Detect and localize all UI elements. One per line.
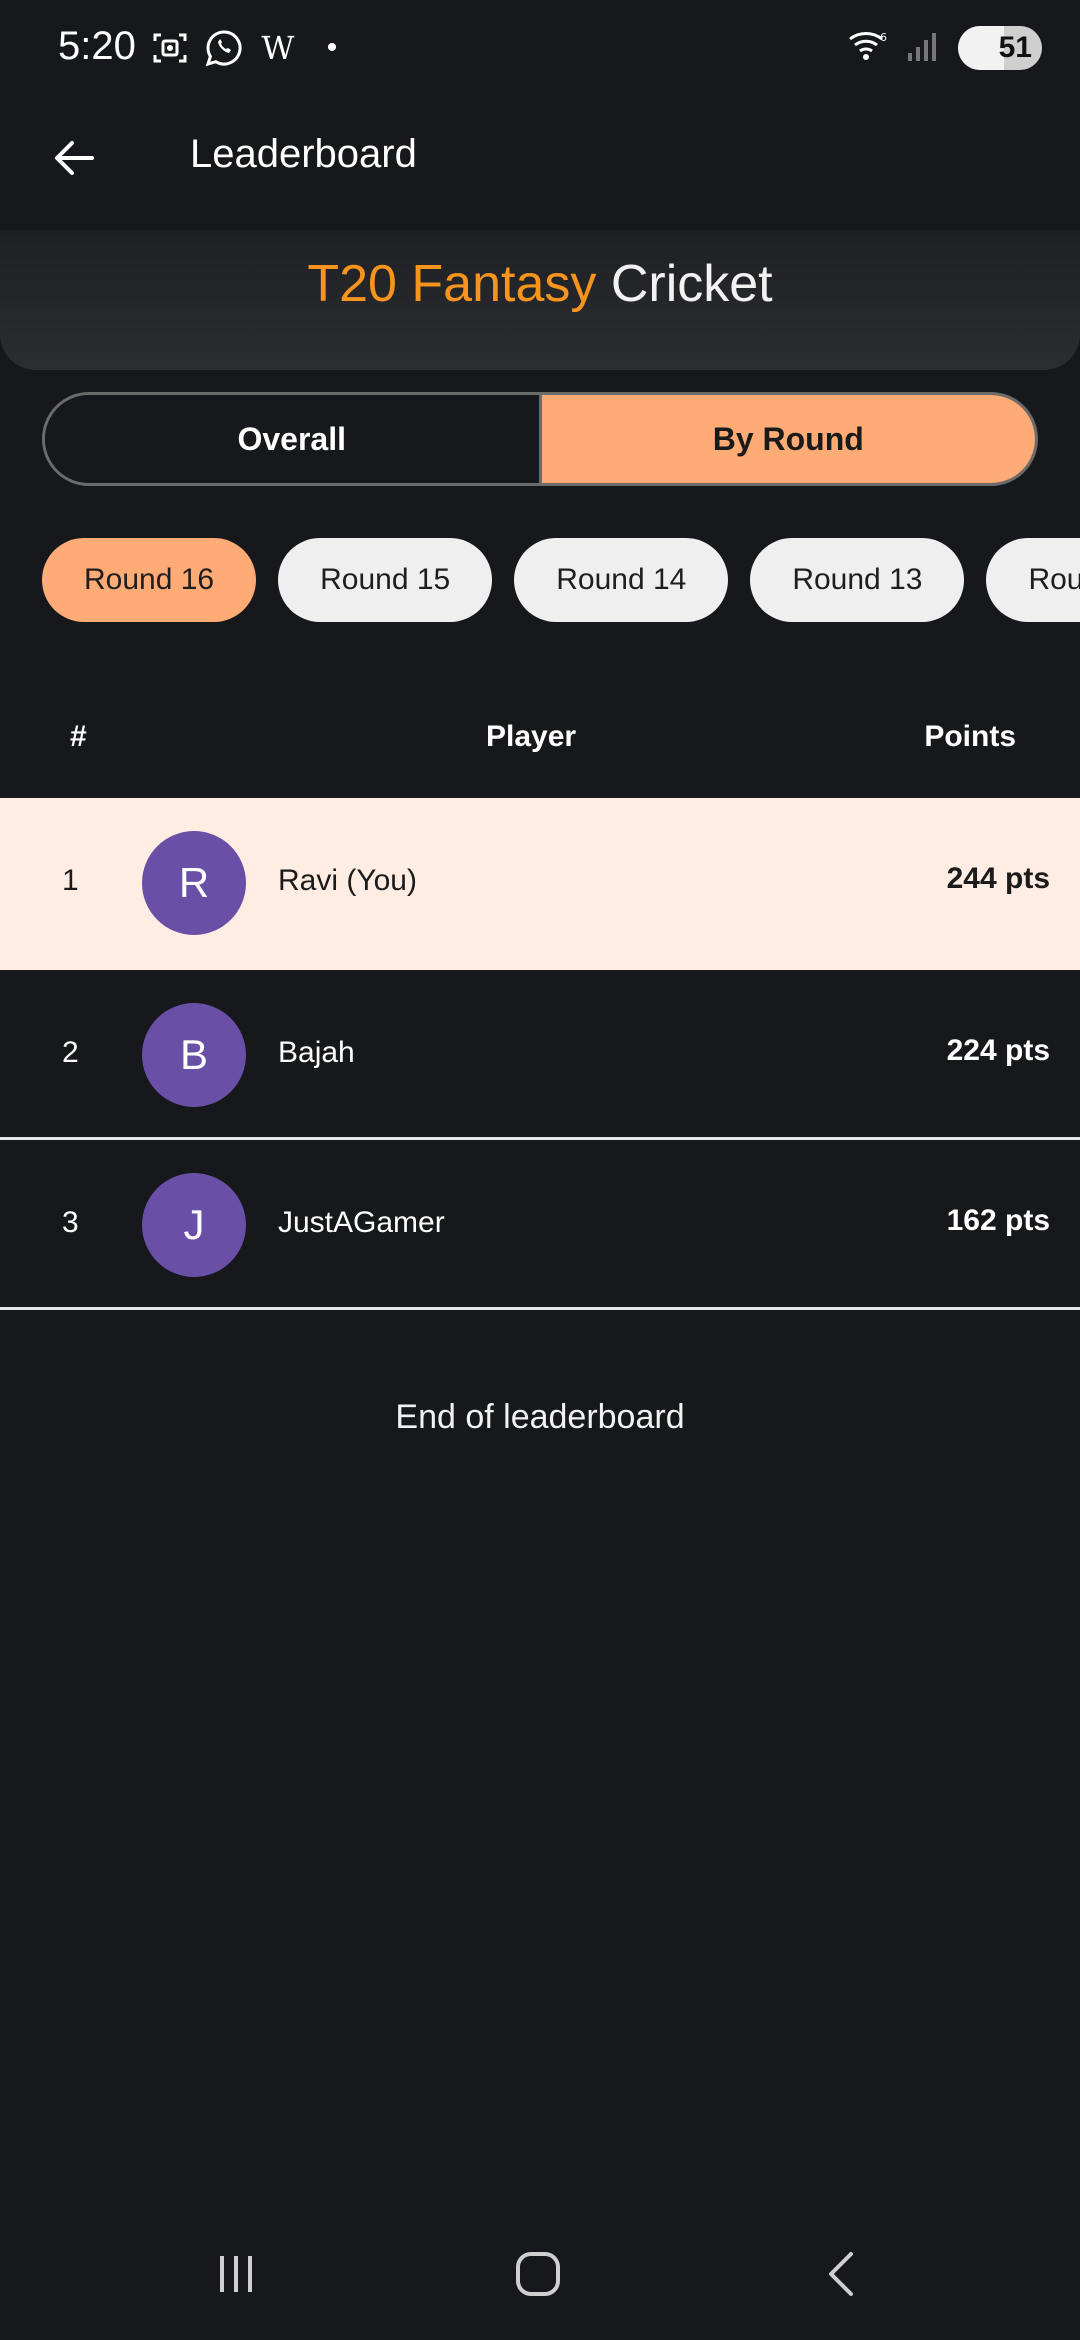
dot-glyph: • xyxy=(326,31,338,64)
status-notification-icons: W • xyxy=(150,28,352,68)
table-header: # Player Points xyxy=(0,700,1080,776)
screenshot-icon xyxy=(150,28,190,68)
back-button[interactable] xyxy=(42,126,106,190)
home-icon xyxy=(516,2252,560,2296)
round-selector[interactable]: Round 16 Round 15 Round 14 Round 13 Roun… xyxy=(42,538,1080,624)
player-points: 244 pts xyxy=(946,862,1050,895)
recent-apps-button[interactable] xyxy=(186,2234,286,2314)
tab-overall[interactable]: Overall xyxy=(45,395,539,483)
avatar: J xyxy=(142,1173,246,1277)
app-bar: Leaderboard xyxy=(0,100,1080,230)
page-title: Leaderboard xyxy=(190,132,417,176)
avatar: B xyxy=(142,1003,246,1107)
battery-level: 51 xyxy=(998,31,1032,64)
round-chip-12[interactable]: Round 12 xyxy=(986,538,1080,622)
contest-title-plain: Cricket xyxy=(610,255,773,313)
player-points: 162 pts xyxy=(946,1204,1050,1237)
status-bar: 5:20 W • 6 51 xyxy=(0,0,1080,100)
table-row[interactable]: 2 B Bajah 224 pts xyxy=(0,970,1080,1140)
row-rank: 1 xyxy=(62,864,79,897)
row-rank: 2 xyxy=(62,1036,79,1069)
back-icon xyxy=(829,2252,853,2296)
column-header-rank: # xyxy=(70,720,87,753)
home-button[interactable] xyxy=(488,2234,588,2314)
contest-banner: T20 Fantasy Cricket xyxy=(0,230,1080,370)
player-name: Bajah xyxy=(278,1036,355,1069)
tab-by-round[interactable]: By Round xyxy=(538,395,1035,483)
round-chip-14[interactable]: Round 14 xyxy=(514,538,729,622)
leaderboard-screen: 5:20 W • 6 51 Leaderboard T20 Fantasy Cr… xyxy=(0,0,1080,2340)
dot-icon: • xyxy=(312,28,352,68)
status-system-icons: 6 51 xyxy=(848,26,1042,70)
player-points: 224 pts xyxy=(946,1034,1050,1067)
player-name: JustAGamer xyxy=(278,1206,445,1239)
table-row[interactable]: 1 R Ravi (You) 244 pts xyxy=(0,798,1080,970)
signal-icon xyxy=(906,29,940,68)
avatar: R xyxy=(142,831,246,935)
nav-back-button[interactable] xyxy=(792,2234,892,2314)
svg-text:6: 6 xyxy=(880,31,887,44)
w-app-glyph: W xyxy=(261,29,295,67)
row-rank: 3 xyxy=(62,1206,79,1239)
column-header-player: Player xyxy=(486,720,577,753)
arrow-left-icon xyxy=(55,141,94,175)
recent-apps-icon xyxy=(220,2256,252,2292)
player-name: Ravi (You) xyxy=(278,864,417,897)
leaderboard-mode-toggle: Overall By Round xyxy=(42,392,1038,486)
battery-icon: 51 xyxy=(958,26,1042,70)
contest-title: T20 Fantasy Cricket xyxy=(0,254,1080,314)
status-time: 5:20 xyxy=(58,24,136,68)
round-chip-16[interactable]: Round 16 xyxy=(42,538,257,622)
system-nav-bar xyxy=(0,2210,1080,2340)
table-row[interactable]: 3 J JustAGamer 162 pts xyxy=(0,1140,1080,1310)
round-chip-13[interactable]: Round 13 xyxy=(750,538,965,622)
end-of-list-text: End of leaderboard xyxy=(395,1398,685,1436)
leaderboard-list: 1 R Ravi (You) 244 pts 2 B Bajah 224 pts… xyxy=(0,798,1080,1310)
w-app-icon: W xyxy=(258,28,298,68)
column-header-points: Points xyxy=(924,720,1016,753)
round-chip-15[interactable]: Round 15 xyxy=(278,538,493,622)
wifi-icon: 6 xyxy=(848,29,888,68)
contest-title-accent: T20 Fantasy xyxy=(307,255,597,313)
whatsapp-icon xyxy=(204,28,244,68)
